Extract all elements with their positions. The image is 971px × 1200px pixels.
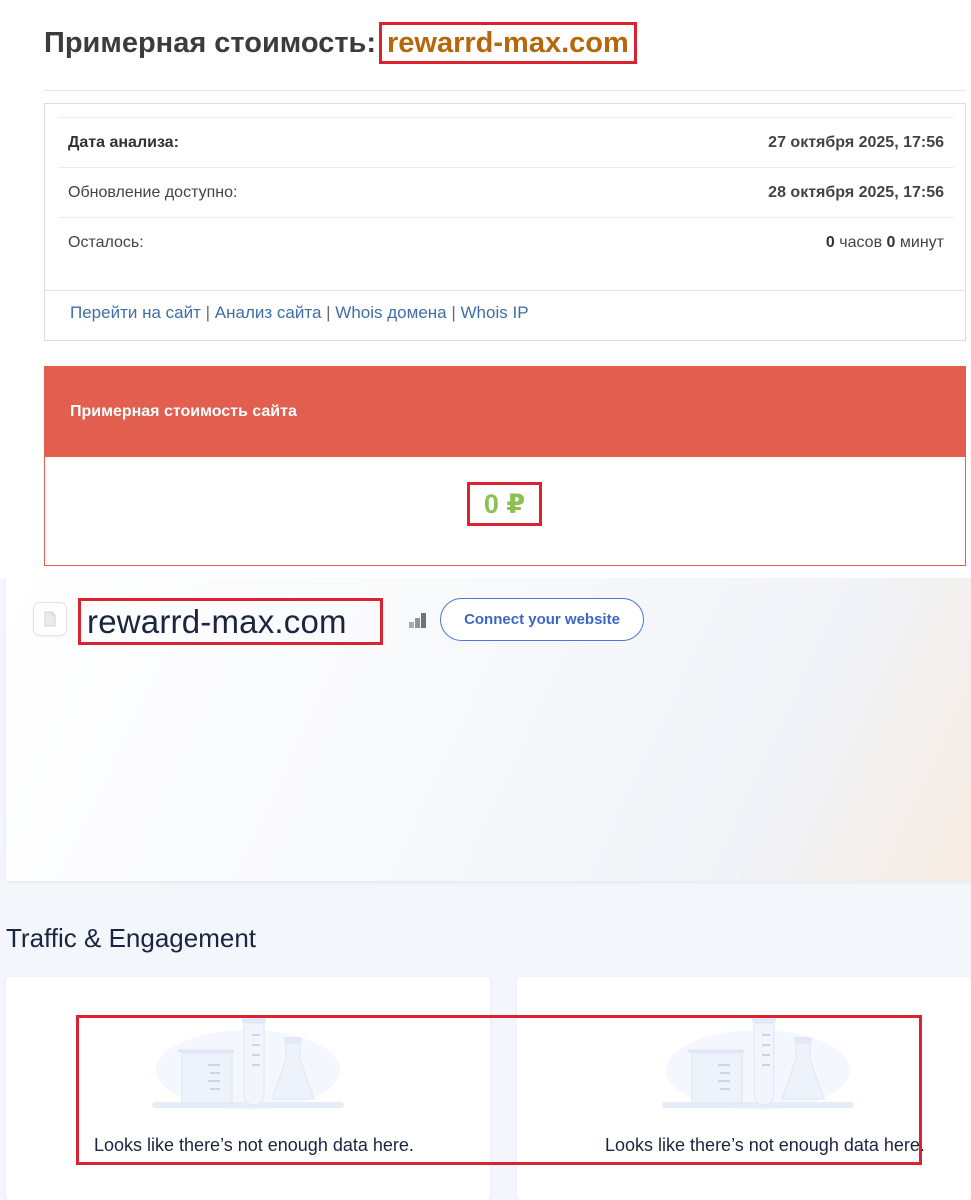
link-separator: | bbox=[205, 303, 211, 322]
estimated-cost-value: 0 ₽ bbox=[483, 488, 526, 519]
update-available-label: Обновление доступно: bbox=[68, 183, 238, 201]
analysis-date-value: 27 октября 2025, 17:56 bbox=[768, 133, 944, 151]
estimated-cost-card: Примерная стоимость сайта 0 ₽ bbox=[44, 366, 966, 566]
estimated-cost-header: Примерная стоимость сайта bbox=[45, 367, 965, 457]
remaining-hours-unit: часов bbox=[839, 233, 883, 251]
empty-state-message: Looks like there’s not enough data here. bbox=[94, 1135, 414, 1155]
site-domain: rewarrd-max.com bbox=[87, 602, 347, 640]
estimated-cost-body: 0 ₽ bbox=[45, 457, 965, 565]
analysis-info-panel: Дата анализа: 27 октября 2025, 17:56 Обн… bbox=[44, 103, 966, 341]
page-title-prefix: Примерная стоимость: bbox=[44, 26, 377, 59]
analysis-date-label: Дата анализа: bbox=[68, 133, 179, 151]
site-value-panel: Примерная стоимость: rewarrd-max.com Дат… bbox=[0, 0, 971, 578]
remaining-label: Осталось: bbox=[68, 233, 144, 251]
lab-flasks-illustration bbox=[148, 1015, 348, 1120]
link-separator: | bbox=[451, 303, 456, 322]
remaining-hours: 0 bbox=[825, 233, 835, 251]
info-row-update-available: Обновление доступно: 28 октября 2025, 17… bbox=[58, 167, 954, 217]
highlight-frame: rewarrd-max.com bbox=[78, 598, 383, 645]
traffic-section-title: Traffic & Engagement bbox=[6, 923, 257, 953]
estimated-cost-title: Примерная стоимость сайта bbox=[70, 403, 297, 420]
highlight-frame: 0 ₽ bbox=[467, 482, 542, 526]
whois-domain-link[interactable]: Whois домена bbox=[335, 303, 446, 322]
remaining-value: 0 часов 0 минут bbox=[826, 234, 944, 252]
connect-website-button[interactable]: Connect your website bbox=[440, 598, 644, 641]
goto-site-link[interactable]: Перейти на сайт bbox=[70, 303, 201, 322]
bar-chart-icon bbox=[408, 612, 428, 633]
info-row-remaining: Осталось: 0 часов 0 минут bbox=[58, 217, 954, 267]
page-title-domain: rewarrd-max.com bbox=[387, 26, 629, 59]
whois-ip-link[interactable]: Whois IP bbox=[461, 303, 529, 322]
info-row-analysis-date: Дата анализа: 27 октября 2025, 17:56 bbox=[58, 117, 954, 167]
connect-website-label: Connect your website bbox=[464, 611, 620, 628]
link-separator: | bbox=[326, 303, 331, 322]
update-available-value: 28 октября 2025, 17:56 bbox=[768, 183, 944, 201]
traffic-card: Looks like there’s not enough data here. bbox=[6, 977, 490, 1200]
page-title: Примерная стоимость: rewarrd-max.com bbox=[44, 22, 637, 64]
traffic-overview-section: rewarrd-max.com Connect your website Tra… bbox=[0, 578, 971, 1200]
remaining-minutes-unit: минут bbox=[899, 233, 944, 251]
empty-state-message: Looks like there’s not enough data here. bbox=[605, 1135, 925, 1155]
divider bbox=[45, 290, 965, 291]
traffic-card: Looks like there’s not enough data here. bbox=[517, 977, 971, 1200]
document-icon bbox=[33, 602, 67, 636]
remaining-minutes: 0 bbox=[886, 233, 896, 251]
site-links: Перейти на сайт | Анализ сайта | Whois д… bbox=[70, 303, 529, 323]
site-header-banner: rewarrd-max.com Connect your website bbox=[6, 578, 971, 881]
site-analysis-link[interactable]: Анализ сайта bbox=[215, 303, 322, 322]
highlight-frame: rewarrd-max.com bbox=[379, 22, 637, 64]
lab-flasks-illustration bbox=[658, 1015, 858, 1120]
divider bbox=[44, 90, 966, 91]
